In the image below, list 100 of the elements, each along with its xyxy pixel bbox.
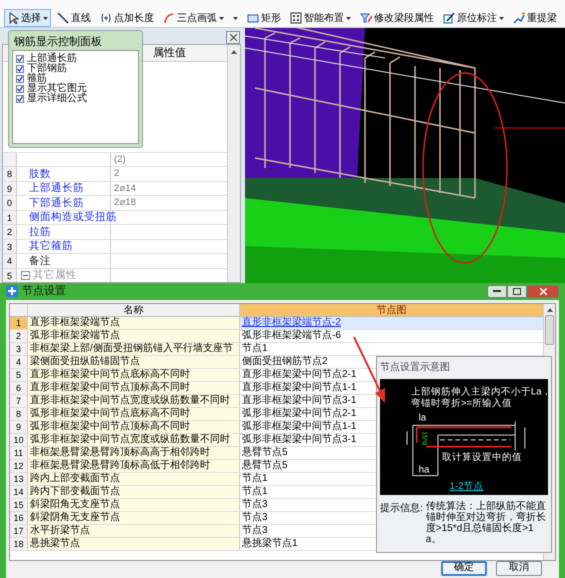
funnel-pencil-icon[interactable]	[360, 12, 372, 24]
table-cell: 弧形非框架梁中间节点底标高不同时	[28, 408, 240, 420]
dimension-label: la	[418, 412, 426, 424]
dimension-label: ha	[418, 464, 430, 476]
maximize-icon[interactable]	[513, 288, 521, 295]
row-header: 2	[3, 225, 17, 238]
minimize-button[interactable]	[487, 284, 507, 298]
note-text: 取计算设置中的值	[442, 452, 522, 463]
row-header: 0	[3, 196, 17, 210]
row-number: 12	[10, 460, 28, 472]
caret-icon[interactable]	[346, 16, 351, 20]
table-cell: 直形非框架梁中间节点底标高不同时	[28, 368, 240, 380]
row-header	[3, 152, 17, 166]
toolbar-button[interactable]: 智能布置	[287, 9, 354, 27]
hint-text: 传统算法：上部纵筋不能直锚时伸至对边弯折，弯折长度>15*d且总锚固长度>1a。	[426, 500, 547, 546]
toolbar-button[interactable]: 修改梁段属性	[357, 9, 437, 27]
minimize-icon[interactable]	[493, 290, 501, 293]
table-cell[interactable]: 节点1	[240, 342, 543, 354]
table-cell: 跨内上部变截面节点	[28, 472, 240, 484]
property-value: 2⌀18	[114, 197, 136, 208]
table-cell[interactable]: 弧形非框架梁端节点-6	[240, 330, 543, 342]
wand-icon[interactable]	[513, 12, 525, 24]
arc-icon[interactable]	[163, 12, 175, 24]
rectangle-icon[interactable]	[247, 12, 259, 24]
property-link[interactable]: 侧面构造或受扭筋	[21, 210, 117, 224]
checkbox-label: 上部通长筋	[27, 54, 77, 64]
close-button[interactable]	[527, 284, 559, 298]
checkbox[interactable]	[16, 55, 24, 63]
table-cell: 直形非框架梁中间节点顶标高不同时	[28, 382, 240, 394]
property-link[interactable]: 拉筋	[21, 224, 51, 239]
row-header: 9	[3, 182, 17, 195]
table-cell: 非框架悬臂梁悬臂跨顶标高高于相邻跨时	[28, 446, 240, 458]
dialog-title: 节点设置	[22, 284, 66, 299]
checkbox[interactable]	[16, 75, 24, 83]
bracket-plus-icon[interactable]	[100, 12, 112, 24]
property-link[interactable]: 上部通长筋	[21, 181, 84, 196]
maximize-button[interactable]	[507, 284, 527, 298]
close-button[interactable]	[226, 31, 240, 44]
scroll-up-icon[interactable]	[231, 50, 237, 54]
note-text: 上部钢筋伸入主梁内不小于La，	[410, 386, 548, 398]
table-cell: 弧形非框架梁中间节点宽度或纵筋数量不同时	[28, 434, 240, 446]
checkbox-label: 箍筋	[27, 74, 47, 84]
table-cell: 非框架梁上部/侧面受扭钢筋锚入平行墙支座节	[28, 342, 240, 354]
toolbar-button[interactable]: 重提梁	[510, 9, 560, 27]
line-icon[interactable]	[57, 12, 69, 24]
caret-icon[interactable]	[43, 16, 48, 20]
column-header: 节点图	[240, 304, 543, 316]
row-number: 5	[10, 368, 28, 380]
checkbox[interactable]	[16, 95, 24, 103]
caret-icon[interactable]	[219, 16, 224, 20]
toolbar-button[interactable]: 选择	[4, 9, 51, 27]
property-value: 2⌀14	[114, 182, 136, 194]
toolbar-button[interactable]: 点加长度	[97, 9, 157, 27]
row-number: 18	[10, 538, 28, 550]
collapse-toggle[interactable]	[21, 270, 30, 280]
scrollbar[interactable]	[227, 45, 240, 282]
row-header: 5	[3, 268, 17, 282]
row-number: 4	[10, 356, 28, 368]
caret-icon[interactable]	[499, 16, 504, 20]
row-number: 11	[10, 446, 28, 458]
row-number: 14	[10, 486, 28, 498]
caret-icon[interactable]	[233, 16, 238, 20]
table-cell: 悬挑梁节点	[28, 538, 240, 550]
property-link[interactable]: 其它箍筋	[21, 239, 73, 254]
row-number: 8	[10, 408, 28, 420]
table-cell: 跨内下部变截面节点	[28, 486, 240, 498]
node-link[interactable]: 1-2节点	[450, 480, 484, 492]
row-number: 7	[10, 394, 28, 406]
property-value: 2	[114, 168, 120, 179]
property-value: (2)	[114, 154, 126, 164]
row-number: 3	[10, 342, 28, 354]
cursor-icon[interactable]	[7, 12, 19, 24]
row-number: 2	[10, 330, 28, 342]
toolbar-button[interactable]: 矩形	[244, 9, 284, 27]
table-cell: 弧形非框架梁端节点	[28, 330, 240, 342]
checkbox[interactable]	[16, 85, 24, 93]
checkbox-label: 下部钢筋	[27, 64, 67, 74]
scroll-up-icon[interactable]	[546, 308, 552, 312]
table-cell: 弧形非框架梁中间节点顶标高不同时	[28, 420, 240, 432]
property-link[interactable]: 肢数	[21, 166, 51, 181]
app-icon	[6, 285, 18, 298]
close-icon[interactable]	[230, 34, 236, 41]
table-cell: 斜梁阳角无支座节点	[28, 498, 240, 510]
row-number: 13	[10, 472, 28, 484]
row-header: 1	[3, 210, 17, 224]
scroll-thumb[interactable]	[545, 314, 554, 344]
toolbar-button[interactable]: 直线	[54, 9, 94, 27]
toolbar-button[interactable]: 原位标注	[440, 9, 507, 27]
table-cell[interactable]: 直形非框架梁端节点-2	[240, 316, 543, 328]
property-link[interactable]: 下部通长筋	[21, 196, 84, 210]
toolbar-button[interactable]: 三点画弧	[160, 9, 227, 27]
grid-icon[interactable]	[290, 12, 302, 24]
pencil-icon[interactable]	[443, 12, 455, 24]
dialog-button[interactable]: 取消	[496, 560, 542, 576]
row-number: 1	[10, 316, 28, 328]
checkbox[interactable]	[16, 65, 24, 73]
table-cell: 梁侧面受扭纵筋锚固节点	[28, 356, 240, 368]
table-cell: 斜梁阴角无支座节点	[28, 512, 240, 524]
dialog-button[interactable]: 确定	[441, 560, 487, 576]
row-number: 9	[10, 420, 28, 432]
